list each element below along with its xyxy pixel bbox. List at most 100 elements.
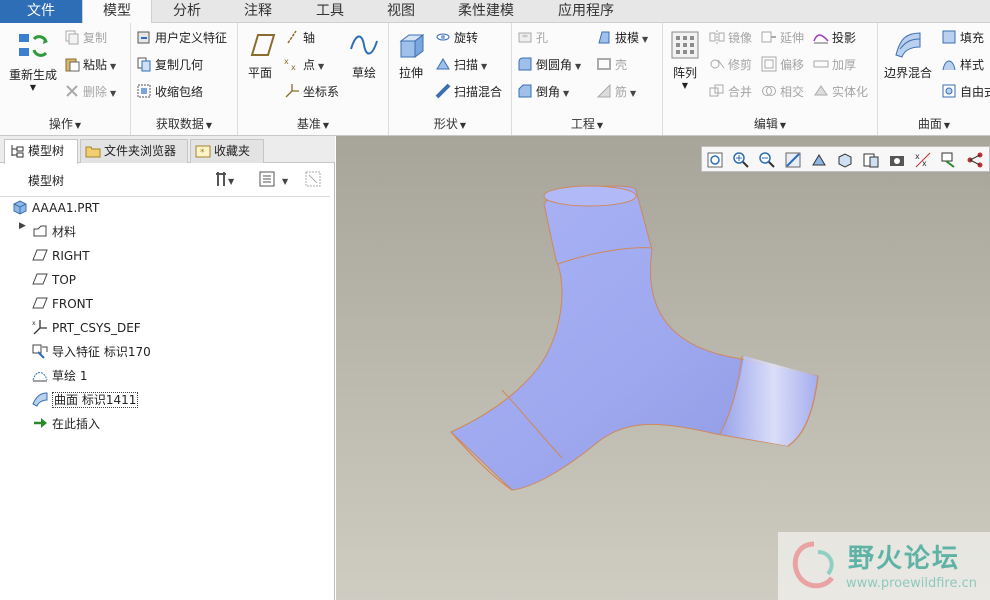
boundary-blend-button[interactable]: 边界混合 — [881, 29, 935, 81]
mirror-icon — [709, 29, 725, 45]
navigator-panel: 模型树 文件夹浏览器 * 收藏夹 模型树 ▼ ▼ AAAA1.PRT ▶ 材料 R… — [0, 136, 335, 600]
trim-button[interactable]: 修剪 — [709, 55, 752, 75]
solidify-button[interactable]: 实体化 — [813, 82, 868, 102]
tab-model-tree[interactable]: 模型树 — [4, 139, 78, 164]
tree-item-insert-here[interactable]: 在此插入 — [32, 413, 100, 435]
svg-text:*: * — [200, 148, 205, 158]
shell-button[interactable]: 壳 — [596, 55, 627, 75]
model-tree-title: 模型树 — [28, 174, 65, 188]
surface-icon — [32, 391, 48, 407]
extend-button[interactable]: 延伸 — [761, 28, 804, 48]
tree-item-csys[interactable]: x PRT_CSYS_DEF — [32, 317, 141, 339]
copy-geometry-button[interactable]: 复制几何 — [136, 55, 203, 75]
import-feature-icon — [32, 343, 48, 359]
datum-plane-icon — [32, 271, 48, 287]
delete-button[interactable]: 删除 ▼ — [64, 82, 116, 102]
freeform-button[interactable]: 自由式 — [941, 82, 990, 102]
tree-item-import-feature[interactable]: 导入特征 标识170 — [32, 341, 151, 363]
style-icon — [941, 56, 957, 72]
udf-button[interactable]: 用户定义特征 — [136, 28, 227, 48]
swept-blend-button[interactable]: 扫描混合 — [435, 82, 502, 102]
point-icon: xx — [284, 56, 300, 72]
project-icon — [813, 29, 829, 45]
tab-model[interactable]: 模型 — [82, 0, 152, 24]
draft-button[interactable]: 拔模 ▼ — [596, 28, 648, 48]
watermark-title: 野火论坛 — [848, 544, 961, 574]
offset-icon — [761, 56, 777, 72]
point-button[interactable]: x x 点 ▼ — [284, 55, 324, 75]
tree-item-top-plane[interactable]: TOP — [32, 269, 76, 291]
rib-button[interactable]: 筋 ▼ — [596, 82, 636, 102]
revolve-icon — [435, 29, 451, 45]
tab-applications[interactable]: 应用程序 — [536, 0, 636, 23]
csys-icon — [284, 83, 300, 99]
tab-file[interactable]: 文件 — [0, 0, 82, 23]
style-button[interactable]: 样式 — [941, 55, 984, 75]
chamfer-button[interactable]: 倒角 ▼ — [517, 82, 569, 102]
watermark-logo-icon — [792, 541, 834, 589]
group-label-surface[interactable]: 曲面 ▼ — [878, 115, 990, 133]
settings-tools-icon[interactable]: ▼ — [214, 170, 236, 191]
plane-icon — [250, 34, 276, 56]
tab-favorites[interactable]: * 收藏夹 — [190, 139, 264, 163]
tree-item-sketch[interactable]: 草绘 1 — [32, 365, 87, 387]
fill-button[interactable]: 填充 — [941, 28, 984, 48]
copy-button[interactable]: 复制 — [64, 28, 107, 48]
group-label-engineering[interactable]: 工程 ▼ — [512, 115, 662, 133]
tree-item-right-plane[interactable]: RIGHT — [32, 245, 90, 267]
tab-analysis[interactable]: 分析 — [152, 0, 222, 23]
sketch-icon — [32, 367, 48, 383]
shrinkwrap-button[interactable]: 收缩包络 — [136, 82, 203, 102]
group-label-edit[interactable]: 编辑 ▼ — [663, 115, 877, 133]
tree-item-surface[interactable]: 曲面 标识1411 — [32, 389, 139, 411]
mirror-button[interactable]: 镜像 — [709, 28, 752, 48]
round-icon — [517, 56, 533, 72]
thicken-button[interactable]: 加厚 — [813, 55, 856, 75]
shell-icon — [596, 56, 612, 72]
regenerate-button[interactable]: 重新生成 ▼ — [6, 29, 60, 92]
group-label-get-data[interactable]: 获取数据 ▼ — [131, 115, 237, 133]
tab-tools[interactable]: 工具 — [294, 0, 366, 23]
extrude-button[interactable]: 拉伸 — [392, 29, 430, 81]
pattern-button[interactable]: 阵列 ▼ — [667, 29, 703, 90]
hole-icon — [517, 29, 533, 45]
offset-button[interactable]: 偏移 — [761, 55, 804, 75]
intersect-button[interactable]: 相交 — [761, 82, 804, 102]
copy-geometry-icon — [136, 56, 152, 72]
filter-icon[interactable] — [304, 170, 324, 191]
round-button[interactable]: 倒圆角 ▼ — [517, 55, 581, 75]
project-button[interactable]: 投影 — [813, 28, 856, 48]
tree-item-front-plane[interactable]: FRONT — [32, 293, 93, 315]
expand-arrow-icon[interactable]: ▶ — [19, 221, 26, 231]
sketch-button[interactable]: 草绘 — [347, 29, 381, 81]
tab-view[interactable]: 视图 — [366, 0, 436, 23]
draft-icon — [596, 29, 612, 45]
axis-button[interactable]: 轴 — [284, 28, 315, 48]
swept-blend-icon — [435, 83, 451, 99]
paste-button[interactable]: 粘贴 ▼ — [64, 55, 116, 75]
tree-item-part[interactable]: AAAA1.PRT — [12, 197, 99, 219]
svg-text:x: x — [32, 320, 36, 327]
revolve-button[interactable]: 旋转 — [435, 28, 478, 48]
graphics-viewport[interactable]: xx 野火论坛 www.proewildfire.cn — [336, 136, 990, 600]
tree-item-material[interactable]: 材料 — [32, 221, 76, 243]
show-list-icon[interactable]: ▼ — [258, 170, 292, 191]
tab-folder-browser[interactable]: 文件夹浏览器 — [80, 139, 188, 163]
csys-button[interactable]: 坐标系 — [284, 82, 339, 102]
menu-tab-bar: 文件 模型 分析 注释 工具 视图 柔性建模 应用程序 — [0, 0, 990, 24]
y-junction-surface[interactable] — [336, 136, 990, 600]
ribbon: 重新生成 ▼ 复制 粘贴 ▼ 删除 ▼ 操作 ▼ 用户定义特征 复制几何 收缩包络 获… — [0, 23, 990, 136]
tab-flexible-modeling[interactable]: 柔性建模 — [436, 0, 536, 23]
regenerate-icon — [19, 34, 48, 57]
extrude-icon — [399, 34, 425, 58]
group-label-operation[interactable]: 操作 ▼ — [0, 115, 130, 133]
merge-button[interactable]: 合并 — [709, 82, 752, 102]
plane-button[interactable]: 平面 — [241, 29, 279, 81]
copy-icon — [64, 29, 80, 45]
insert-arrow-icon — [32, 415, 48, 431]
hole-button[interactable]: 孔 — [517, 28, 548, 48]
group-label-datum[interactable]: 基准 ▼ — [238, 115, 388, 133]
group-label-shape[interactable]: 形状 ▼ — [389, 115, 511, 133]
tab-annotate[interactable]: 注释 — [222, 0, 294, 23]
sweep-button[interactable]: 扫描 ▼ — [435, 55, 487, 75]
